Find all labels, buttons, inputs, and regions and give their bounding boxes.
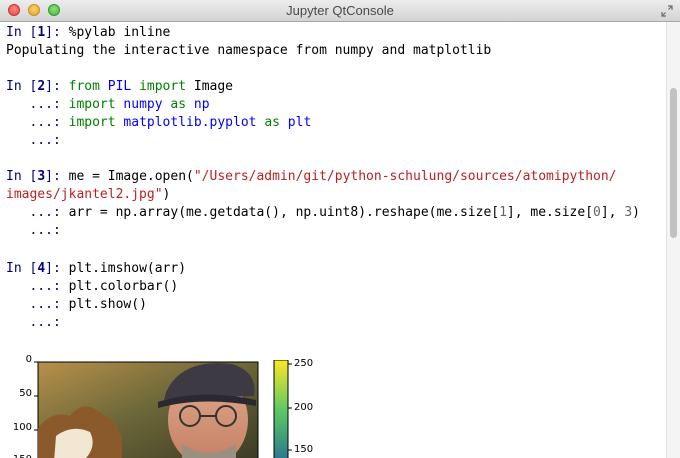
prompt-number: 2: [37, 79, 46, 94]
continuation-line: ...:: [6, 222, 69, 240]
image-ytick-label: 150: [2, 454, 32, 458]
continuation-line: ...: import numpy as np: [6, 96, 210, 114]
keyword: as: [264, 115, 280, 130]
prompt-number: 4: [37, 261, 46, 276]
continuation-line: ...: plt.show(): [6, 296, 147, 314]
keyword: import: [68, 97, 116, 112]
plot-output: 0 50 100 150: [0, 340, 666, 458]
vertical-scrollbar[interactable]: [666, 22, 680, 458]
module-name: plt: [287, 115, 312, 130]
number-literal: 3: [624, 205, 633, 220]
string-literal: "/Users/admin/git/python-schulung/source…: [193, 169, 617, 184]
prompt-prefix: In [: [6, 261, 38, 276]
keyword: from: [68, 79, 100, 94]
prompt-suffix: ]:: [45, 79, 69, 94]
input-prompt: In [1]:: [6, 25, 69, 40]
input-line: In [3]: me = Image.open("/Users/admin/gi…: [6, 168, 617, 186]
title-bar: Jupyter QtConsole: [0, 0, 680, 22]
input-line: In [2]: from PIL import Image: [6, 78, 233, 96]
continuation-prompt: ...:: [6, 297, 69, 312]
colorbar: [273, 360, 292, 458]
image-ytick-label: 50: [19, 388, 32, 399]
continuation-line: ...: plt.colorbar(): [6, 278, 178, 296]
window-title: Jupyter QtConsole: [286, 3, 394, 18]
output-line: Populating the interactive namespace fro…: [6, 43, 492, 58]
input-prompt: In [4]:: [6, 261, 69, 276]
keyword: import: [68, 115, 116, 130]
photo-image: [37, 361, 259, 458]
string-literal: images/jkantel2.jpg": [6, 187, 163, 202]
continuation-line: ...: arr = np.array(me.getdata(), np.uin…: [6, 204, 640, 222]
number-literal: 0: [593, 205, 601, 220]
code-text: plt.colorbar(): [68, 279, 179, 294]
code-text: me = Image.open(: [68, 169, 194, 184]
prompt-prefix: In [: [6, 169, 38, 184]
continuation-prompt: ...:: [6, 223, 69, 238]
continuation-prompt: ...:: [6, 115, 69, 130]
prompt-suffix: ]:: [45, 261, 69, 276]
qtconsole-window: Jupyter QtConsole In [1]: %pylab inline …: [0, 0, 680, 458]
code-text: arr = np.array(me.getdata(), np.uint8).r…: [68, 205, 500, 220]
continuation-prompt: ...:: [6, 133, 69, 148]
prompt-prefix: In [: [6, 79, 38, 94]
continuation-prompt: ...:: [6, 315, 69, 330]
code-text: ): [162, 187, 171, 202]
input-prompt: In [3]:: [6, 169, 69, 184]
code-text: ], me.size[: [506, 205, 594, 220]
code-text: plt.show(): [68, 297, 147, 312]
image-ytick-label: 100: [12, 422, 32, 433]
code-text: plt.imshow(arr): [68, 261, 187, 276]
prompt-number: 3: [37, 169, 46, 184]
code-text: Image: [186, 79, 234, 94]
prompt-number: 1: [37, 25, 46, 40]
keyword: as: [170, 97, 187, 112]
code-text: ): [632, 205, 640, 220]
input-line: In [1]: %pylab inline: [6, 24, 170, 42]
input-line: In [4]: plt.imshow(arr): [6, 260, 186, 278]
continuation-prompt: ...:: [6, 97, 69, 112]
prompt-prefix: In [: [6, 25, 38, 40]
fullscreen-icon[interactable]: [660, 4, 674, 18]
continuation-line: ...:: [6, 132, 69, 150]
image-ytick-label: 0: [25, 354, 32, 365]
scrollbar-thumb[interactable]: [670, 88, 677, 238]
module-name: matplotlib.pyplot: [123, 115, 257, 130]
imshow-axes: [34, 361, 259, 458]
code-text: ],: [600, 205, 625, 220]
colorbar-tick-label: 200: [294, 402, 314, 413]
keyword: import: [139, 79, 187, 94]
colorbar-tick-label: 150: [294, 444, 314, 455]
module-name: numpy: [123, 97, 163, 112]
prompt-suffix: ]:: [45, 169, 69, 184]
continuation-prompt: ...:: [6, 279, 69, 294]
number-literal: 1: [499, 205, 507, 220]
prompt-suffix: ]:: [45, 25, 69, 40]
colorbar-tick-label: 250: [294, 358, 314, 369]
wrapped-line: images/jkantel2.jpg"): [6, 186, 170, 204]
continuation-prompt: ...:: [6, 205, 69, 220]
module-name: PIL: [107, 79, 132, 94]
module-name: np: [193, 97, 210, 112]
input-prompt: In [2]:: [6, 79, 69, 94]
code-text: %pylab inline: [68, 25, 171, 40]
continuation-line: ...:: [6, 314, 69, 332]
continuation-line: ...: import matplotlib.pyplot as plt: [6, 114, 311, 132]
